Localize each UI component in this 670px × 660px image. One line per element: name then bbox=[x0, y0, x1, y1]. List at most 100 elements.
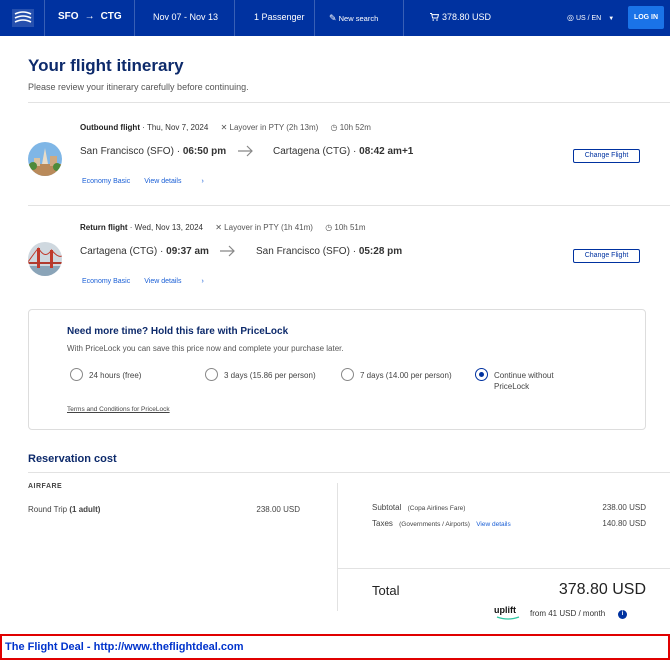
flight-label: Outbound flight bbox=[80, 123, 140, 132]
taxes-label: Taxes (Governments / Airports) View deta… bbox=[372, 519, 511, 528]
layover-text: Layover in PTY (1h 41m) bbox=[224, 223, 313, 232]
radio-button-selected[interactable] bbox=[475, 368, 488, 381]
departure: San Francisco (SFO) · 06:50 pm bbox=[80, 146, 226, 157]
golden-gate-bridge-photo bbox=[28, 242, 62, 276]
departure-time: 06:50 pm bbox=[182, 146, 227, 157]
chevron-right-icon: › bbox=[201, 278, 204, 285]
duration-info: ◷ 10h 52m bbox=[331, 123, 371, 132]
divider bbox=[403, 0, 404, 36]
language-selector[interactable]: ◎ US / EN ▼ bbox=[567, 13, 614, 22]
chevron-right-icon: › bbox=[201, 178, 204, 185]
cart-total-value: 378.80 USD bbox=[442, 12, 492, 22]
view-details-link[interactable]: View details › bbox=[144, 278, 218, 285]
radio-button[interactable] bbox=[70, 368, 83, 381]
page-subtitle: Please review your itinerary carefully b… bbox=[28, 82, 249, 92]
layover-info: ✕ Layover in PTY (1h 41m) bbox=[215, 223, 313, 232]
duration-text: 10h 52m bbox=[339, 123, 371, 132]
cart-icon bbox=[430, 13, 440, 21]
divider bbox=[28, 472, 670, 473]
arrival-city: Cartagena (CTG) · bbox=[273, 146, 360, 157]
round-trip-value: 238.00 USD bbox=[256, 505, 300, 514]
layover-icon: ✕ bbox=[220, 123, 228, 132]
total-label: Total bbox=[372, 583, 400, 598]
origin-code: SFO bbox=[58, 11, 79, 22]
taxes-value: 140.80 USD bbox=[602, 519, 646, 528]
flight-header: Outbound flight · Thu, Nov 7, 2024 ✕ Lay… bbox=[80, 123, 371, 132]
departure-time: 09:37 am bbox=[166, 246, 209, 257]
new-search-label: New search bbox=[338, 14, 379, 23]
banner-text: The Flight Deal - http://www.theflightde… bbox=[5, 641, 244, 653]
travel-dates[interactable]: Nov 07 - Nov 13 bbox=[153, 12, 218, 22]
change-flight-button[interactable]: Change Flight bbox=[573, 149, 640, 163]
san-francisco-city-photo bbox=[28, 142, 62, 176]
flight-date: · Wed, Nov 13, 2024 bbox=[127, 223, 203, 232]
divider bbox=[314, 0, 315, 36]
radio-button[interactable] bbox=[341, 368, 354, 381]
reservation-cost-title: Reservation cost bbox=[28, 453, 117, 465]
language-label: US / EN bbox=[575, 15, 602, 22]
option-label: 3 days (15.86 per person) bbox=[224, 371, 316, 380]
taxes-note: (Governments / Airports) bbox=[399, 521, 470, 528]
subtotal-value: 238.00 USD bbox=[602, 503, 646, 512]
destination-code: CTG bbox=[100, 11, 122, 22]
divider bbox=[337, 483, 338, 611]
route-summary[interactable]: SFO → CTG bbox=[58, 11, 122, 22]
arrival-time: 08:42 am+1 bbox=[359, 146, 414, 157]
top-navigation-bar: SFO → CTG Nov 07 - Nov 13 1 Passenger ✎ Ne… bbox=[0, 0, 670, 36]
globe-icon: ◎ bbox=[567, 13, 574, 22]
departure-city: Cartagena (CTG) · bbox=[80, 246, 167, 257]
pencil-icon: ✎ bbox=[329, 13, 337, 23]
fare-class-link[interactable]: Economy Basic bbox=[82, 178, 130, 185]
divider bbox=[44, 0, 45, 36]
departure: Cartagena (CTG) · 09:37 am bbox=[80, 246, 209, 257]
layover-info: ✕ Layover in PTY (2h 13m) bbox=[221, 123, 319, 132]
return-flight-card: Return flight · Wed, Nov 13, 2024 ✕ Layo… bbox=[28, 218, 648, 298]
uplift-smile-icon bbox=[496, 616, 520, 620]
arrival: Cartagena (CTG) · 08:42 am+1 bbox=[273, 146, 413, 157]
cart-total[interactable]: 378.80 USD bbox=[430, 12, 491, 22]
login-button[interactable]: LOG IN bbox=[628, 6, 664, 29]
chevron-down-icon: ▼ bbox=[608, 16, 615, 22]
subtotal-label: Subtotal (Copa Airlines Fare) bbox=[372, 503, 465, 512]
change-flight-button[interactable]: Change Flight bbox=[573, 249, 640, 263]
arrow-right-icon: → bbox=[84, 11, 95, 22]
view-details-label: View details bbox=[144, 178, 182, 185]
watermark-banner: The Flight Deal - http://www.theflightde… bbox=[0, 634, 670, 660]
departure-city: San Francisco (SFO) · bbox=[80, 146, 183, 157]
arrival-city: San Francisco (SFO) · bbox=[256, 246, 359, 257]
view-details-link[interactable]: View details › bbox=[144, 178, 218, 185]
airline-logo-icon[interactable] bbox=[12, 9, 34, 27]
flight-header: Return flight · Wed, Nov 13, 2024 ✕ Layo… bbox=[80, 223, 366, 232]
clock-icon: ◷ bbox=[330, 123, 338, 132]
arrival: San Francisco (SFO) · 05:28 pm bbox=[256, 246, 402, 257]
pricelock-title: Need more time? Hold this fare with Pric… bbox=[67, 326, 289, 337]
page-title: Your flight itinerary bbox=[28, 56, 184, 75]
option-label-line1: Continue without bbox=[494, 371, 554, 380]
airfare-heading: AIRFARE bbox=[28, 483, 63, 490]
uplift-monthly-text: from 41 USD / month bbox=[530, 609, 606, 618]
flight-date: · Thu, Nov 7, 2024 bbox=[139, 123, 209, 132]
fare-class-link[interactable]: Economy Basic bbox=[82, 278, 130, 285]
new-search-button[interactable]: ✎ New search bbox=[329, 13, 378, 24]
taxes-view-details-link[interactable]: View details bbox=[476, 521, 511, 528]
passenger-count[interactable]: 1 Passenger bbox=[254, 12, 305, 22]
duration-text: 10h 51m bbox=[334, 223, 366, 232]
option-label: Continue without PriceLock bbox=[494, 370, 554, 392]
arrow-right-icon bbox=[238, 145, 253, 157]
arrow-right-icon bbox=[220, 245, 235, 257]
info-icon[interactable]: i bbox=[618, 610, 627, 619]
flight-links: Economy Basic View details › bbox=[82, 278, 232, 285]
divider bbox=[28, 102, 670, 103]
divider bbox=[134, 0, 135, 36]
pricelock-terms-link[interactable]: Terms and Conditions for PriceLock bbox=[67, 406, 170, 413]
pricelock-panel: Need more time? Hold this fare with Pric… bbox=[28, 309, 646, 430]
duration-info: ◷ 10h 51m bbox=[325, 223, 365, 232]
outbound-flight-card: Outbound flight · Thu, Nov 7, 2024 ✕ Lay… bbox=[28, 118, 648, 198]
radio-button[interactable] bbox=[205, 368, 218, 381]
clock-icon: ◷ bbox=[325, 223, 333, 232]
round-trip-text: Round Trip bbox=[28, 505, 70, 514]
round-trip-label: Round Trip (1 adult) bbox=[28, 505, 100, 514]
arrival-time: 05:28 pm bbox=[358, 246, 403, 257]
view-details-label: View details bbox=[144, 278, 182, 285]
subtotal-note: (Copa Airlines Fare) bbox=[407, 505, 466, 512]
